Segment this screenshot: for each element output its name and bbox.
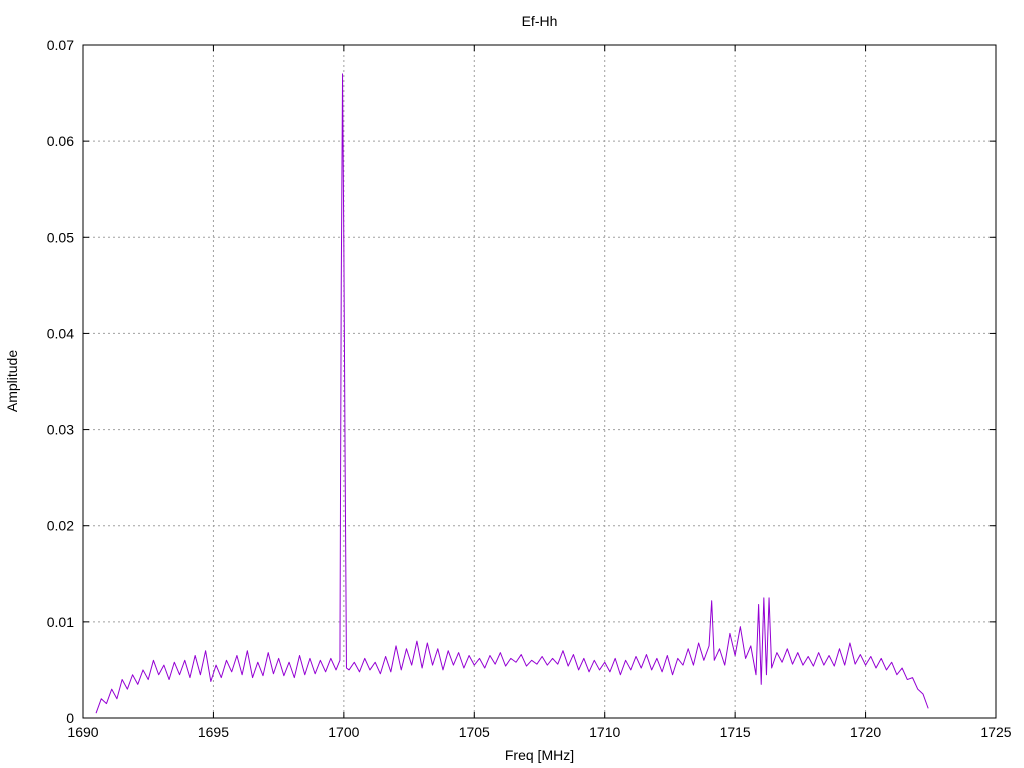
- x-axis-title: Freq [MHz]: [505, 747, 574, 763]
- chart-title: Ef-Hh: [522, 13, 558, 29]
- ticks: 1690 1695 1700 1705 1710 1715 1720 1725 0 0.01 0.0…: [47, 37, 1012, 740]
- x-tick-label: 1720: [850, 724, 881, 740]
- y-tick-label: 0.06: [47, 133, 74, 149]
- spectrum-chart: 1690 1695 1700 1705 1710 1715 1720 1725 0 0.01 0.0…: [4, 13, 1012, 763]
- series-layer: [95, 73, 929, 714]
- x-tick-label: 1710: [589, 724, 620, 740]
- y-tick-label: 0.01: [47, 614, 74, 630]
- x-tick-label: 1690: [67, 724, 98, 740]
- y-tick-label: 0.05: [47, 229, 74, 245]
- grid: [83, 45, 996, 718]
- x-tick-label: 1700: [328, 724, 359, 740]
- x-tick-label: 1715: [720, 724, 751, 740]
- plot-frame: [82, 44, 997, 719]
- x-tick-label: 1705: [459, 724, 490, 740]
- series-line-0: [95, 73, 929, 714]
- y-tick-label: 0.07: [47, 37, 74, 53]
- y-axis-title: Amplitude: [4, 350, 20, 412]
- x-tick-label: 1725: [980, 724, 1011, 740]
- y-tick-label: 0.04: [47, 325, 74, 341]
- y-tick-label: 0: [66, 710, 74, 726]
- y-tick-label: 0.03: [47, 422, 74, 438]
- y-tick-label: 0.02: [47, 518, 74, 534]
- x-tick-label: 1695: [198, 724, 229, 740]
